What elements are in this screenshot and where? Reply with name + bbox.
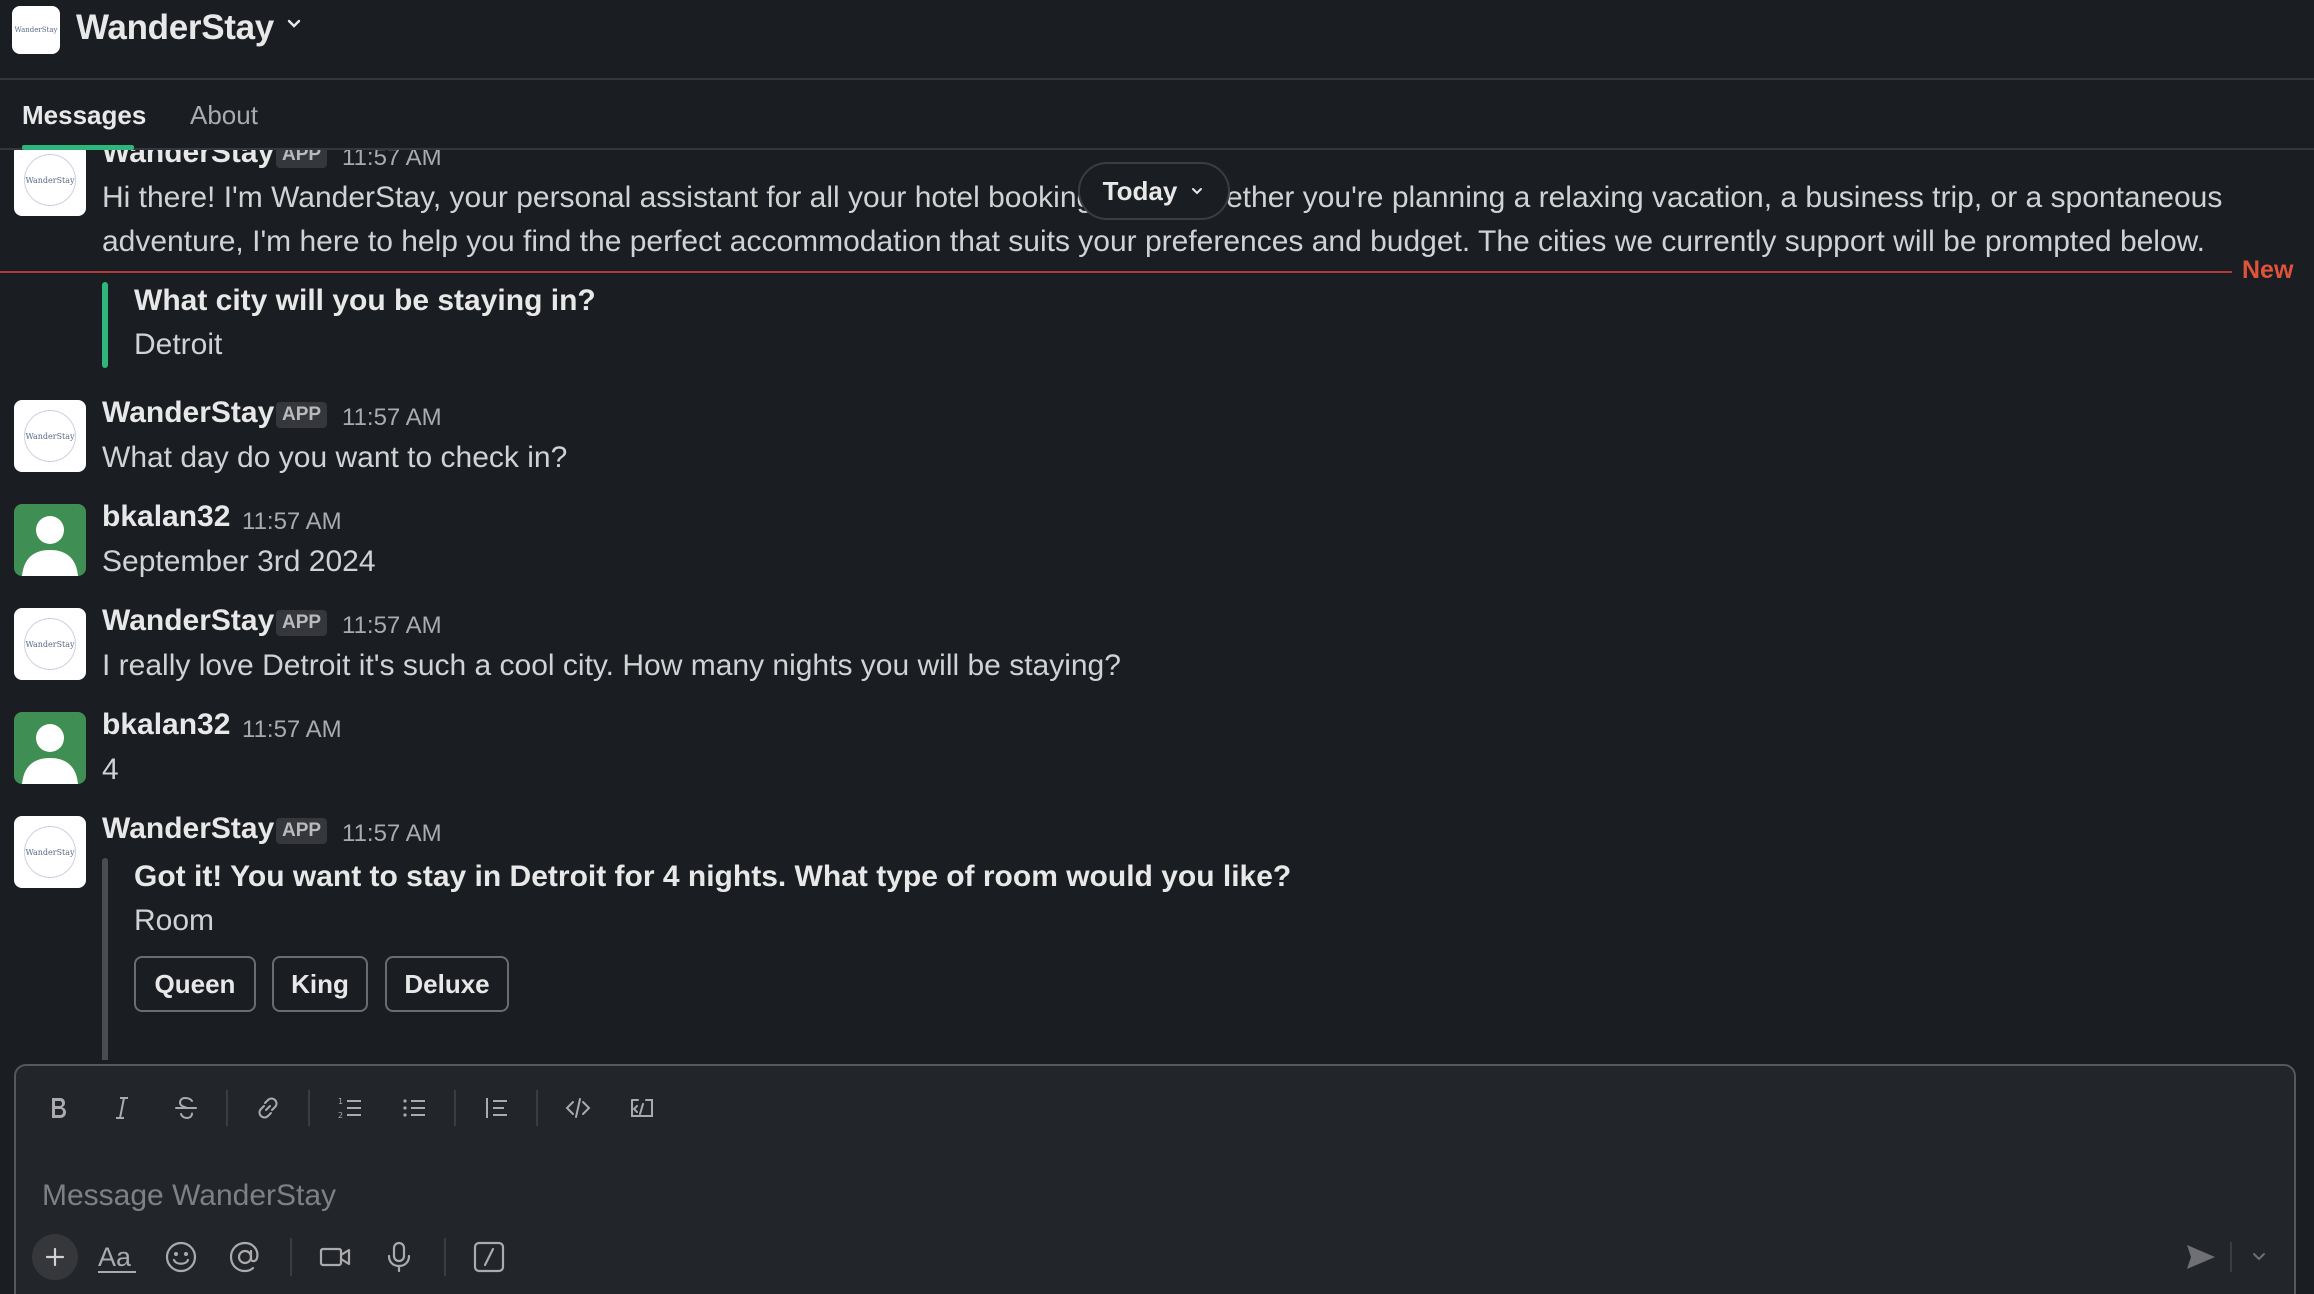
message-text: adventure, I'm here to help you find the…	[102, 225, 2206, 258]
message-timestamp[interactable]: 11:57 AM	[242, 716, 342, 744]
message-timestamp[interactable]: 11:57 AM	[342, 612, 442, 640]
toolbar-divider	[308, 1090, 310, 1126]
avatar[interactable]: WanderStay	[14, 816, 86, 888]
prompt-question: Got it! You want to stay in Detroit for …	[134, 860, 1292, 893]
sender-name[interactable]: WanderStay	[102, 604, 274, 638]
emoji-icon[interactable]	[160, 1236, 202, 1278]
message-text: September 3rd 2024	[102, 545, 376, 578]
add-attachment-button[interactable]	[32, 1234, 78, 1280]
quote-bar	[102, 858, 108, 1060]
sender-name[interactable]: bkalan32	[102, 708, 230, 742]
app-title[interactable]: WanderStay	[76, 8, 274, 48]
toolbar-divider	[454, 1090, 456, 1126]
chevron-down-icon[interactable]	[284, 14, 304, 34]
app-badge: APP	[276, 610, 328, 636]
sender-name[interactable]: bkalan32	[102, 500, 230, 534]
message-list[interactable]: WanderStay WanderStay APP 11:57 AM Hi th…	[0, 150, 2314, 1060]
mention-icon[interactable]	[224, 1236, 266, 1278]
user-silhouette-icon	[22, 516, 78, 576]
avatar[interactable]: WanderStay	[14, 150, 86, 216]
message-timestamp[interactable]: 11:57 AM	[342, 820, 442, 848]
app-badge: APP	[276, 150, 328, 168]
tab-bar: Messages About	[0, 82, 2314, 150]
send-icon[interactable]	[2180, 1236, 2222, 1278]
app-logo[interactable]: WanderStay	[12, 6, 60, 54]
avatar[interactable]: WanderStay	[14, 608, 86, 680]
message-composer: 12 Aa	[14, 1064, 2296, 1294]
app-badge: APP	[276, 402, 328, 428]
message-timestamp[interactable]: 11:57 AM	[342, 404, 442, 432]
king-button[interactable]: King	[272, 956, 368, 1012]
svg-text:Aa: Aa	[98, 1242, 132, 1272]
avatar[interactable]	[14, 504, 86, 576]
prompt-answer: Room	[134, 904, 215, 937]
microphone-icon[interactable]	[378, 1236, 420, 1278]
app-badge: APP	[276, 818, 328, 844]
avatar-logo: WanderStay	[24, 826, 76, 878]
bulleted-list-icon[interactable]	[396, 1090, 432, 1126]
user-silhouette-icon	[22, 724, 78, 784]
avatar[interactable]: WanderStay	[14, 400, 86, 472]
quote-bar	[102, 282, 108, 368]
bold-icon[interactable]	[40, 1090, 76, 1126]
video-icon[interactable]	[314, 1236, 356, 1278]
ordered-list-icon[interactable]: 12	[332, 1090, 368, 1126]
app-logo-text: WanderStay	[14, 26, 58, 34]
message-text: What day do you want to check in?	[102, 441, 568, 474]
message-text: 4	[102, 753, 119, 786]
blockquote-icon[interactable]	[478, 1090, 514, 1126]
message-input[interactable]	[42, 1166, 2242, 1226]
avatar-logo: WanderStay	[24, 410, 76, 462]
toolbar-divider	[2230, 1242, 2232, 1272]
deluxe-button[interactable]: Deluxe	[385, 956, 509, 1012]
slash-command-icon[interactable]	[468, 1236, 510, 1278]
channel-header: WanderStay WanderStay	[0, 0, 2314, 80]
message-timestamp[interactable]: 11:57 AM	[342, 150, 442, 172]
tab-messages[interactable]: Messages	[22, 100, 146, 131]
plus-icon	[45, 1247, 65, 1267]
toolbar-divider	[226, 1090, 228, 1126]
strikethrough-icon[interactable]	[168, 1090, 204, 1126]
message-timestamp[interactable]: 11:57 AM	[242, 508, 342, 536]
prompt-question: What city will you be staying in?	[134, 284, 596, 317]
svg-text:2: 2	[338, 1111, 343, 1120]
italic-icon[interactable]	[104, 1090, 140, 1126]
avatar[interactable]	[14, 712, 86, 784]
new-messages-label: New	[2242, 256, 2294, 284]
link-icon[interactable]	[250, 1090, 286, 1126]
sender-name[interactable]: WanderStay	[102, 396, 274, 430]
code-icon[interactable]	[560, 1090, 596, 1126]
new-messages-divider	[0, 271, 2232, 273]
tab-about[interactable]: About	[190, 100, 258, 131]
queen-button[interactable]: Queen	[134, 956, 256, 1012]
date-divider-pill[interactable]: Today	[1078, 162, 1230, 220]
message-text: ether you're planning a relaxing vacatio…	[1226, 181, 2223, 214]
avatar-logo: WanderStay	[24, 618, 76, 670]
avatar-logo: WanderStay	[24, 154, 76, 206]
sender-name[interactable]: WanderStay	[102, 150, 274, 170]
toolbar-divider	[290, 1238, 292, 1276]
message-text: I really love Detroit it's such a cool c…	[102, 649, 1121, 682]
prompt-answer: Detroit	[134, 328, 223, 361]
toolbar-divider	[536, 1090, 538, 1126]
chevron-down-icon[interactable]	[2238, 1236, 2280, 1278]
code-block-icon[interactable]	[624, 1090, 660, 1126]
chevron-down-icon	[1189, 183, 1205, 199]
date-divider-label: Today	[1102, 175, 1178, 206]
message-text: Hi there! I'm WanderStay, your personal …	[102, 181, 1094, 214]
toolbar-divider	[444, 1238, 446, 1276]
sender-name[interactable]: WanderStay	[102, 812, 274, 846]
formatting-toggle-icon[interactable]: Aa	[96, 1236, 138, 1278]
svg-text:1: 1	[338, 1097, 343, 1106]
